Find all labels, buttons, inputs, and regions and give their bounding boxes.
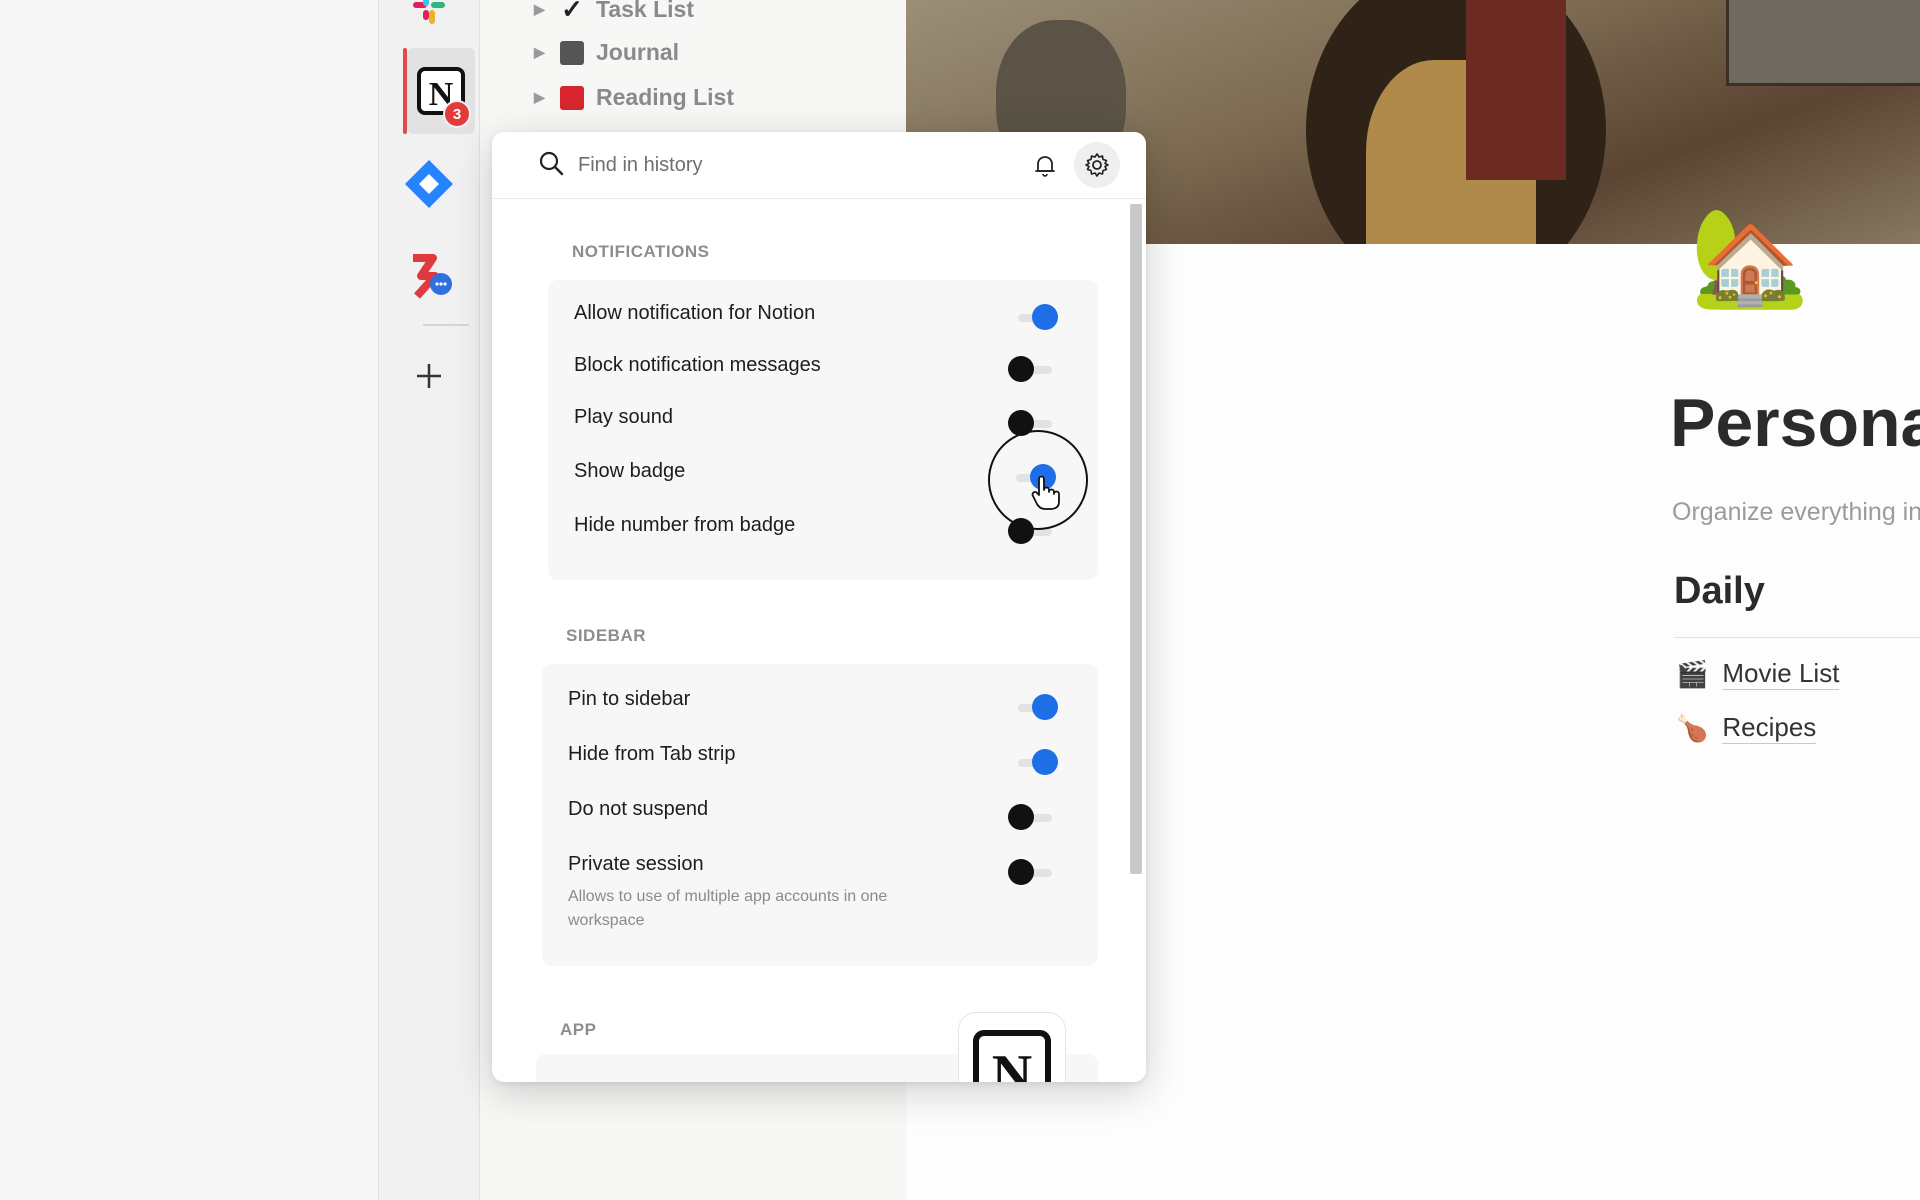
tree-item-journal[interactable]: ▶ Journal [534, 39, 679, 66]
tree-item-task-list[interactable]: ▶ ✓ Task List [534, 0, 694, 24]
setting-row-pin-to-sidebar: Pin to sidebar [542, 678, 1098, 722]
search-input[interactable] [576, 146, 940, 184]
search-bar [492, 132, 1146, 199]
sidebar-section-title: SIDEBAR [566, 626, 647, 645]
settings-button[interactable] [1074, 142, 1120, 188]
plus-icon[interactable] [401, 348, 457, 404]
setting-row-block-messages: Block notification messages [548, 344, 1098, 388]
app-dock: N 3 [378, 0, 480, 1200]
setting-row-allow-notifications: Allow notification for Notion [548, 292, 1098, 336]
expand-arrow-icon[interactable]: ▶ [534, 89, 548, 106]
tree-item-reading-list[interactable]: ▶ Reading List [534, 84, 734, 111]
background-canvas [0, 0, 400, 1200]
jira-icon[interactable] [401, 156, 457, 212]
hide-tab-strip-toggle[interactable] [1012, 749, 1058, 775]
notion-app-logo: N [958, 1012, 1066, 1082]
private-session-toggle[interactable] [1008, 859, 1052, 885]
pin-to-sidebar-toggle[interactable] [1012, 694, 1058, 720]
notification-badge: 3 [443, 100, 471, 128]
link-recipes[interactable]: 🍗 Recipes [1676, 712, 1817, 744]
notifications-section-title: NOTIFICATIONS [572, 242, 710, 261]
block-messages-toggle[interactable] [1008, 356, 1052, 382]
private-session-description: Allows to use of multiple app accounts i… [568, 888, 888, 929]
allow-notifications-toggle[interactable] [1012, 304, 1058, 330]
gear-icon [1085, 153, 1109, 177]
hand-cursor-icon [1031, 476, 1060, 510]
sidebar-card: Pin to sidebar Hide from Tab strip Do no… [542, 664, 1098, 966]
chat-app-icon[interactable] [401, 248, 457, 304]
page-subtitle: Organize everything in [1672, 498, 1920, 526]
app-section-title: APP [560, 1020, 597, 1039]
page-title[interactable]: Persona [1670, 384, 1920, 462]
expand-arrow-icon[interactable]: ▶ [534, 1, 548, 18]
dock-divider [423, 324, 469, 326]
setting-row-do-not-suspend: Do not suspend [542, 788, 1098, 832]
setting-row-play-sound: Play sound [548, 396, 1098, 440]
search-icon [539, 151, 564, 176]
notion-icon: N [973, 1030, 1051, 1082]
scrollbar[interactable] [1130, 204, 1142, 874]
section-divider [1674, 637, 1920, 638]
red-book-icon [560, 85, 584, 110]
bell-icon[interactable] [1032, 152, 1058, 178]
slack-icon[interactable] [401, 0, 457, 36]
expand-arrow-icon[interactable]: ▶ [534, 44, 548, 61]
clapper-icon: 🎬 [1676, 658, 1709, 689]
checkmark-icon: ✓ [561, 0, 583, 24]
notion-dock-item[interactable]: N 3 [403, 48, 475, 134]
setting-row-private-session: Private session Allows to use of multipl… [542, 843, 1098, 933]
house-icon[interactable]: 🏡 [1690, 210, 1810, 306]
svg-text:N: N [992, 1044, 1032, 1082]
link-movie-list[interactable]: 🎬 Movie List [1676, 658, 1840, 690]
book-icon [560, 40, 584, 65]
section-heading: Daily [1674, 570, 1765, 612]
drumstick-icon: 🍗 [1676, 712, 1709, 743]
notifications-card: Allow notification for Notion Block noti… [548, 280, 1098, 580]
setting-row-hide-tab-strip: Hide from Tab strip [542, 733, 1098, 777]
do-not-suspend-toggle[interactable] [1008, 804, 1052, 830]
app-settings-popup: NOTIFICATIONS Allow notification for Not… [492, 132, 1146, 1082]
